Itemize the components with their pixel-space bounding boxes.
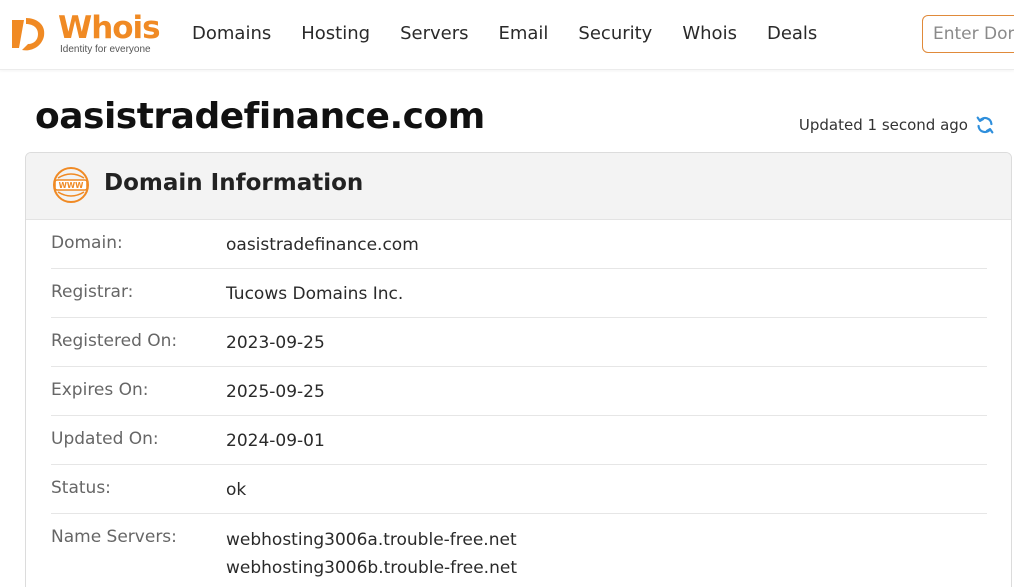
info-row-registered-on: Registered On: 2023-09-25 [51, 318, 987, 367]
row-value: 2023-09-25 [226, 333, 325, 353]
row-value: 2024-09-01 [226, 431, 325, 451]
row-value: Tucows Domains Inc. [226, 284, 404, 304]
row-label: Updated On: [51, 429, 159, 449]
nav-security[interactable]: Security [578, 22, 652, 46]
row-value: oasistradefinance.com [226, 235, 419, 255]
whois-logo[interactable]: Whois Identity for everyone [6, 10, 166, 58]
info-row-registrar: Registrar: Tucows Domains Inc. [51, 269, 987, 318]
info-row-expires-on: Expires On: 2025-09-25 [51, 367, 987, 416]
info-row-status: Status: ok [51, 465, 987, 514]
row-value: ok [226, 480, 247, 500]
svg-text:WWW: WWW [59, 181, 85, 190]
nav-domains[interactable]: Domains [192, 22, 271, 46]
row-label: Registered On: [51, 331, 178, 351]
name-server-list: webhosting3006a.trouble-free.net webhost… [226, 526, 517, 582]
nav-whois[interactable]: Whois [682, 22, 737, 46]
info-row-domain: Domain: oasistradefinance.com [51, 220, 987, 269]
domain-information-card: WWW Domain Information Domain: oasistrad… [25, 152, 1012, 587]
row-label: Status: [51, 478, 111, 498]
www-globe-icon: WWW [53, 167, 89, 203]
brand-name: Whois [58, 10, 161, 46]
refresh-icon[interactable] [974, 114, 996, 136]
updated-text: Updated 1 second ago [798, 116, 968, 134]
row-value: 2025-09-25 [226, 382, 325, 402]
page-title: oasistradefinance.com [35, 96, 485, 137]
nav-email[interactable]: Email [498, 22, 548, 46]
nav-deals[interactable]: Deals [767, 22, 817, 46]
main-nav: Domains Hosting Servers Email Security W… [192, 22, 847, 46]
row-label: Name Servers: [51, 527, 177, 547]
top-navbar: Whois Identity for everyone Domains Host… [0, 0, 1014, 70]
whois-logo-icon [12, 18, 45, 51]
card-title: Domain Information [104, 170, 364, 196]
nav-servers[interactable]: Servers [400, 22, 468, 46]
info-row-name-servers: Name Servers: webhosting3006a.trouble-fr… [51, 514, 987, 587]
nav-hosting[interactable]: Hosting [301, 22, 370, 46]
domain-search-input[interactable] [922, 15, 1014, 53]
name-server-item: webhosting3006b.trouble-free.net [226, 558, 517, 578]
updated-status: Updated 1 second ago [799, 114, 996, 136]
row-label: Registrar: [51, 282, 134, 302]
card-header: WWW Domain Information [26, 153, 1011, 220]
domain-info-list: Domain: oasistradefinance.com Registrar:… [51, 220, 987, 587]
row-label: Expires On: [51, 380, 149, 400]
info-row-updated-on: Updated On: 2024-09-01 [51, 416, 987, 465]
name-server-item: webhosting3006a.trouble-free.net [226, 530, 517, 550]
brand-tagline: Identity for everyone [60, 44, 151, 55]
row-label: Domain: [51, 233, 123, 253]
